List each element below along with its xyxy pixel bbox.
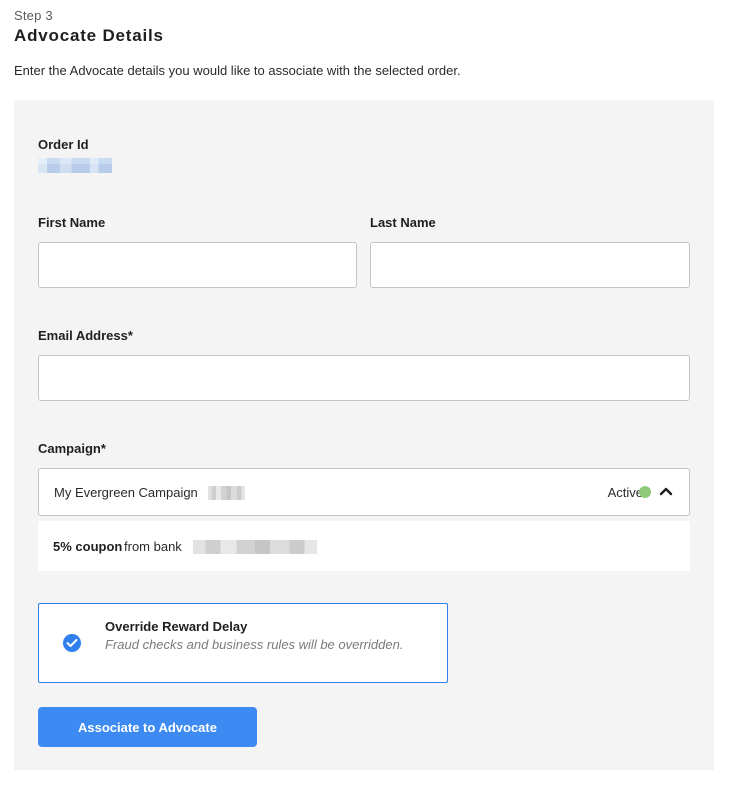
intro-text: Enter the Advocate details you would lik… [14,63,461,78]
override-description: Fraud checks and business rules will be … [105,637,404,652]
order-id-value-redacted [38,158,112,173]
page-title: Advocate Details [14,26,164,45]
override-reward-delay-option[interactable]: Override Reward Delay Fraud checks and b… [38,603,448,683]
email-label: Email Address* [38,328,133,343]
reward-option-bold: 5% coupon [53,539,123,554]
status-dot-icon [639,486,651,498]
campaign-label: Campaign* [38,441,106,456]
campaign-status: Active [607,485,643,500]
associate-to-advocate-button[interactable]: Associate to Advocate [38,707,257,747]
campaign-id-redacted [208,486,245,500]
campaign-selected-value: My Evergreen Campaign [54,485,198,500]
reward-option-text: from bank [124,539,182,554]
last-name-input[interactable] [370,242,690,288]
order-id-label: Order Id [38,137,89,152]
chevron-up-icon[interactable] [659,486,673,496]
campaign-select[interactable]: My Evergreen Campaign Active [38,468,690,516]
step-label: Step 3 [14,8,53,23]
email-input[interactable] [38,355,690,401]
override-title: Override Reward Delay [105,619,248,634]
first-name-label: First Name [38,215,106,230]
first-name-input[interactable] [38,242,357,288]
panel-bottom-edge [0,770,731,785]
campaign-option-row[interactable]: 5% coupon from bank [38,521,690,571]
check-circle-icon[interactable] [63,634,81,652]
bank-name-redacted [193,540,317,554]
last-name-label: Last Name [370,215,436,230]
